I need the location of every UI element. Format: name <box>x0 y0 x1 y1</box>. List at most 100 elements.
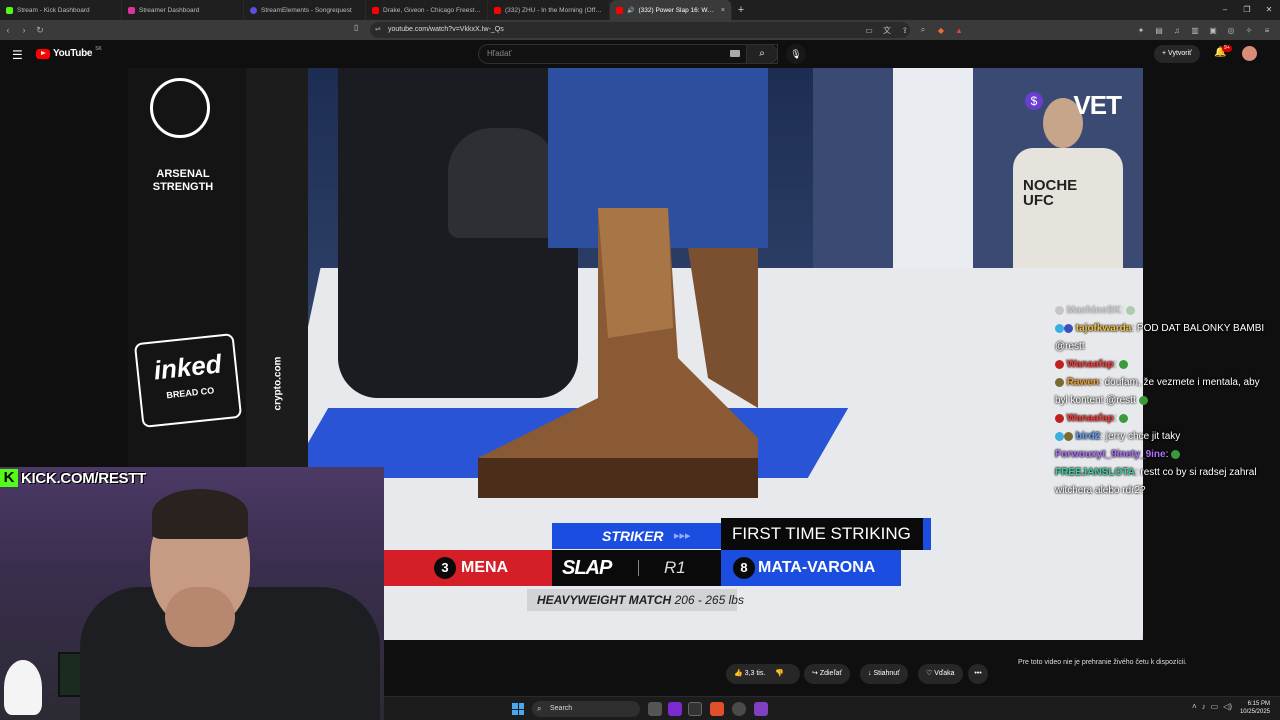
thumbs-up-icon: 👍 <box>734 670 743 677</box>
badge-icon <box>1055 359 1064 369</box>
app-icon[interactable] <box>732 702 746 716</box>
back-icon[interactable]: ‹ <box>0 25 16 35</box>
toolbar-extensions: ▭ 文 ⇪ ⌕ ◆ ▲ ✦ ▤ ♫ ▥ ▣ ◎ ✧ ≡ <box>862 20 1274 40</box>
wallet-icon[interactable]: ▣ <box>1206 26 1220 35</box>
browser-toolbar: ‹ › ↻ ▯ ⇌ youtube.com/watch?v=VkkxX.Iw-_… <box>0 20 1280 40</box>
clock-date: 10/25/2025 <box>1239 709 1270 715</box>
tab-youtube-drake[interactable]: Drake, Giveon - Chicago Freestyle (A <box>366 0 488 20</box>
badge-icon <box>1055 413 1064 423</box>
share-icon[interactable]: ⇪ <box>898 26 912 35</box>
share-arrow-icon: ↪ <box>812 670 818 677</box>
site-info-icon[interactable]: ⇌ <box>375 22 381 38</box>
weight-class: HEAVYWEIGHT MATCH 206 - 265 lbs <box>527 589 744 611</box>
like-button[interactable]: 👍 3,3 tis. <box>734 670 765 677</box>
zoom-icon[interactable]: ⌕ <box>916 25 930 35</box>
split-view-icon[interactable]: ▥ <box>1188 26 1202 35</box>
leo-icon[interactable]: ✧ <box>1242 26 1256 35</box>
app-icon[interactable] <box>754 702 768 716</box>
brave-app-icon[interactable] <box>710 702 724 716</box>
close-window-button[interactable]: ✕ <box>1258 0 1280 20</box>
slap-logo: SLAP <box>562 557 612 579</box>
left-fighter-name: MENA <box>461 559 509 576</box>
create-button[interactable]: + Vytvoriť <box>1154 45 1200 63</box>
kick-favicon-icon <box>6 6 13 14</box>
share-button[interactable]: ↪ Zdieľať <box>804 664 851 684</box>
system-tray: ˄ ♪ ▭ ◁) <box>1192 702 1232 711</box>
slap-brand-panel: SLAP R1 <box>552 550 722 586</box>
badge-icon <box>1055 431 1064 441</box>
app-icon[interactable] <box>688 702 702 716</box>
microphone-icon: 🎙 <box>790 49 802 59</box>
cowboy-boot <box>478 208 758 498</box>
chat-message: FREEJANSLOTA: restt co by si radsej zahr… <box>1055 467 1257 496</box>
media-icon[interactable]: ♫ <box>1170 26 1184 35</box>
tab-youtube-power-slap[interactable]: 🔊(332) Power Slap 16: WOLVES× <box>610 0 732 20</box>
menu-icon[interactable]: ≡ <box>1260 26 1274 35</box>
tab-streamer-dashboard[interactable]: Streamer Dashboard <box>122 0 244 20</box>
maximize-button[interactable]: ❐ <box>1236 0 1258 20</box>
like-dislike-group: 👍 3,3 tis. 👎 <box>726 664 800 684</box>
twitch-app-icon[interactable] <box>668 702 682 716</box>
thanks-icon: ♡ <box>926 670 933 677</box>
youtube-header: ☰ YouTube SK Hľadať ⌕ 🎙 + Vytvoriť 🔔 9+ <box>0 40 1280 68</box>
brave-rewards-icon[interactable]: ▲ <box>952 26 966 35</box>
more-actions-button[interactable]: ••• <box>968 664 988 684</box>
close-tab-icon[interactable]: × <box>721 7 725 14</box>
tab-youtube-zhu[interactable]: (332) ZHU - In the Morning (Official V <box>488 0 610 20</box>
reload-icon[interactable]: ↻ <box>32 25 48 36</box>
tab-streamelements[interactable]: StreamElements - Songrequest <box>244 0 366 20</box>
badge-icon <box>1055 323 1064 333</box>
cast-icon[interactable]: ▭ <box>862 26 876 35</box>
arsenal-logo-icon <box>150 78 210 138</box>
task-view-icon[interactable] <box>648 702 662 716</box>
search-button[interactable]: ⌕ <box>746 44 778 64</box>
voice-search-button[interactable]: 🎙 <box>786 44 806 64</box>
network-icon[interactable]: ▭ <box>1211 702 1219 711</box>
forward-icon[interactable]: › <box>16 25 32 35</box>
chat-message: Rawen: doufam, že vezmete i mentala, aby… <box>1055 377 1260 406</box>
sidebar-icon[interactable]: ▤ <box>1152 26 1166 35</box>
emote-icon <box>1119 359 1129 369</box>
chat-message: tajofkwarda: POD DAT BALONKY BAMBI @rest… <box>1055 323 1265 352</box>
emote-icon <box>1126 305 1136 315</box>
windows-start-icon[interactable] <box>512 703 524 715</box>
account-avatar[interactable] <box>1242 46 1257 61</box>
thanks-button[interactable]: ♡ Vďaka <box>918 664 963 684</box>
search-icon: ⌕ <box>759 48 765 59</box>
search-icon: ⌕ <box>537 704 542 713</box>
vpn-icon[interactable]: ◎ <box>1224 26 1238 35</box>
striker-label: STRIKER <box>552 523 722 549</box>
youtube-wordmark: YouTube <box>53 48 93 59</box>
window-controls: – ❐ ✕ <box>1214 0 1280 20</box>
dislike-button[interactable]: 👎 <box>775 670 784 677</box>
volume-icon[interactable]: ◁) <box>1223 702 1232 711</box>
address-bar[interactable]: ⇌ youtube.com/watch?v=VkkxX.Iw-_Qs <box>370 22 910 38</box>
keyboard-icon[interactable] <box>730 50 740 57</box>
youtube-logo[interactable]: YouTube SK <box>36 46 102 59</box>
brave-shield-icon[interactable]: ◆ <box>934 26 948 35</box>
badge-icon <box>1055 305 1064 315</box>
hamburger-menu-icon[interactable]: ☰ <box>12 48 23 62</box>
kick-logo-icon: K <box>0 469 18 487</box>
tray-chevron-icon[interactable]: ˄ <box>1192 702 1197 711</box>
chat-message: Forwouxyt_9inety_9ine: <box>1055 446 1275 464</box>
bookmark-icon[interactable]: ▯ <box>354 23 358 32</box>
extensions-icon[interactable]: ✦ <box>1134 26 1148 35</box>
first-time-striking: FIRST TIME STRIKING 2nd <box>721 518 931 575</box>
download-button[interactable]: ↓ Stiahnuť <box>860 664 908 684</box>
weight-range: 206 - 265 lbs <box>674 593 744 607</box>
sponsor-crypto: crypto.com <box>272 356 284 411</box>
mic-tray-icon[interactable]: ♪ <box>1202 702 1206 711</box>
translate-icon[interactable]: 文 <box>880 25 894 36</box>
tab-kick-dashboard[interactable]: Stream - Kick Dashboard <box>0 0 122 20</box>
new-tab-button[interactable]: + <box>732 4 750 16</box>
taskbar-clock[interactable]: 6:15 PM 10/25/2025 <box>1240 700 1270 716</box>
youtube-favicon-icon <box>616 6 623 14</box>
youtube-favicon-icon <box>372 6 379 14</box>
taskbar-search[interactable]: ⌕ Search <box>532 701 640 717</box>
match-label: HEAVYWEIGHT MATCH <box>537 593 672 607</box>
minimize-button[interactable]: – <box>1214 0 1236 20</box>
ghost-plush <box>4 660 42 715</box>
left-fighter-number: 3 <box>434 557 456 579</box>
emote-icon <box>1119 413 1129 423</box>
